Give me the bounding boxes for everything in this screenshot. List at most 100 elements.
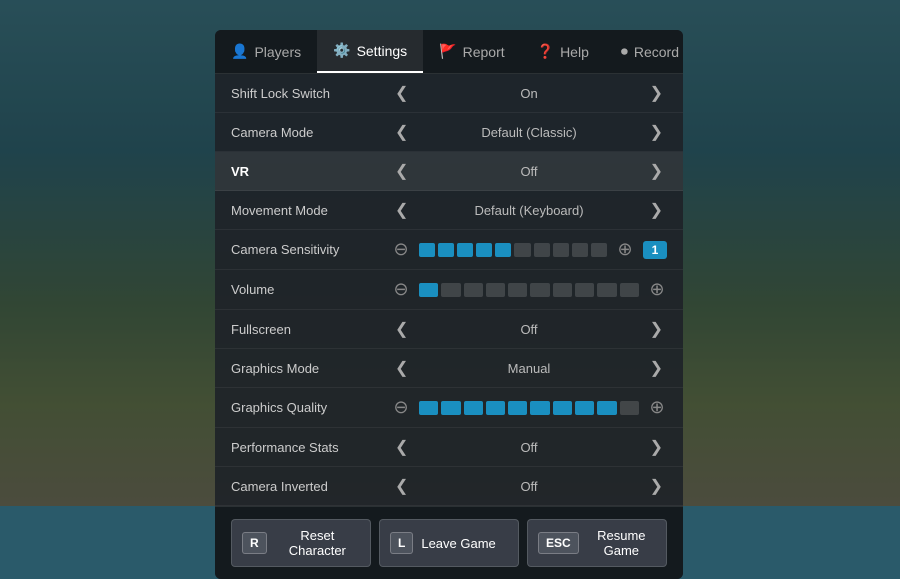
slider-minus-camera-sensitivity[interactable]: ⊖	[391, 239, 411, 260]
footer-btn-label-resume: Resume Game	[587, 528, 656, 558]
slider-segment-graphics-quality-0	[419, 401, 438, 415]
slider-track-volume[interactable]	[419, 283, 639, 297]
setting-value-performance-stats: Off	[420, 440, 637, 455]
setting-control-camera-sensitivity: ⊖ ⊕ 1	[391, 239, 667, 260]
slider-segment-camera-sensitivity-0	[419, 243, 435, 257]
settings-icon: ⚙️	[333, 42, 350, 59]
slider-segment-graphics-quality-3	[486, 401, 505, 415]
setting-label-vr: VR	[231, 164, 391, 179]
setting-control-camera-inverted: ❮ Off ❯	[391, 476, 667, 496]
setting-value-shift-lock: On	[420, 86, 637, 101]
tab-settings[interactable]: ⚙️ Settings	[317, 30, 423, 73]
setting-value-movement-mode: Default (Keyboard)	[420, 203, 637, 218]
arrow-right-vr[interactable]: ❯	[646, 161, 667, 181]
arrow-left-shift-lock[interactable]: ❮	[391, 83, 412, 103]
setting-value-camera-inverted: Off	[420, 479, 637, 494]
tab-label-settings: Settings	[357, 43, 408, 59]
tab-label-players: Players	[254, 44, 301, 60]
setting-label-camera-inverted: Camera Inverted	[231, 479, 391, 494]
slider-segment-volume-5	[530, 283, 549, 297]
slider-segment-camera-sensitivity-3	[476, 243, 492, 257]
arrow-right-shift-lock[interactable]: ❯	[646, 83, 667, 103]
slider-plus-camera-sensitivity[interactable]: ⊕	[615, 239, 635, 260]
setting-control-graphics-mode: ❮ Manual ❯	[391, 358, 667, 378]
arrow-right-fullscreen[interactable]: ❯	[646, 319, 667, 339]
slider-segment-volume-0	[419, 283, 438, 297]
slider-track-graphics-quality[interactable]	[419, 401, 639, 415]
setting-row-fullscreen: Fullscreen❮Off❯	[215, 310, 683, 349]
key-badge-reset: R	[242, 532, 267, 554]
footer-btn-leave[interactable]: L Leave Game	[379, 519, 519, 567]
slider-plus-volume[interactable]: ⊕	[647, 279, 667, 300]
setting-label-shift-lock: Shift Lock Switch	[231, 86, 391, 101]
tab-label-help: Help	[560, 44, 589, 60]
setting-label-graphics-mode: Graphics Mode	[231, 361, 391, 376]
slider-number-camera-sensitivity: 1	[643, 241, 667, 259]
slider-segment-volume-8	[597, 283, 616, 297]
slider-segment-graphics-quality-8	[597, 401, 616, 415]
arrow-left-vr[interactable]: ❮	[391, 161, 412, 181]
slider-segment-camera-sensitivity-8	[572, 243, 588, 257]
arrow-right-performance-stats[interactable]: ❯	[646, 437, 667, 457]
slider-segment-camera-sensitivity-7	[553, 243, 569, 257]
arrow-left-graphics-mode[interactable]: ❮	[391, 358, 412, 378]
setting-label-movement-mode: Movement Mode	[231, 203, 391, 218]
slider-segment-camera-sensitivity-5	[514, 243, 530, 257]
slider-segment-volume-4	[508, 283, 527, 297]
arrow-left-performance-stats[interactable]: ❮	[391, 437, 412, 457]
setting-label-graphics-quality: Graphics Quality	[231, 400, 391, 415]
slider-segment-graphics-quality-5	[530, 401, 549, 415]
setting-control-graphics-quality: ⊖⊕	[391, 397, 667, 418]
players-icon: 👤	[231, 43, 248, 60]
arrow-right-camera-inverted[interactable]: ❯	[646, 476, 667, 496]
setting-control-performance-stats: ❮ Off ❯	[391, 437, 667, 457]
footer-btn-label-reset: Reset Character	[275, 528, 360, 558]
tab-players[interactable]: 👤 Players	[215, 30, 317, 73]
footer-btn-label-leave: Leave Game	[421, 536, 495, 551]
slider-segment-graphics-quality-1	[441, 401, 460, 415]
setting-label-volume: Volume	[231, 282, 391, 297]
tab-label-report: Report	[463, 44, 505, 60]
tab-record[interactable]: ⏺ Record	[605, 30, 683, 73]
footer-btn-resume[interactable]: ESCResume Game	[527, 519, 667, 567]
slider-track-camera-sensitivity[interactable]	[419, 243, 607, 257]
slider-plus-graphics-quality[interactable]: ⊕	[647, 397, 667, 418]
slider-segment-volume-3	[486, 283, 505, 297]
setting-row-movement-mode: Movement Mode❮ Default (Keyboard) ❯	[215, 191, 683, 230]
slider-segment-camera-sensitivity-4	[495, 243, 511, 257]
slider-minus-volume[interactable]: ⊖	[391, 279, 411, 300]
arrow-left-camera-inverted[interactable]: ❮	[391, 476, 412, 496]
setting-control-shift-lock: ❮ On ❯	[391, 83, 667, 103]
setting-row-camera-mode: Camera Mode❮ Default (Classic) ❯	[215, 113, 683, 152]
setting-value-camera-mode: Default (Classic)	[420, 125, 637, 140]
slider-segment-camera-sensitivity-2	[457, 243, 473, 257]
slider-segment-volume-1	[441, 283, 460, 297]
setting-row-shift-lock: Shift Lock Switch❮ On ❯	[215, 74, 683, 113]
arrow-right-graphics-mode[interactable]: ❯	[646, 358, 667, 378]
slider-segment-volume-7	[575, 283, 594, 297]
tab-help[interactable]: ❓Help	[521, 30, 605, 73]
setting-label-fullscreen: Fullscreen	[231, 322, 391, 337]
arrow-right-camera-mode[interactable]: ❯	[646, 122, 667, 142]
setting-label-performance-stats: Performance Stats	[231, 440, 391, 455]
arrow-left-movement-mode[interactable]: ❮	[391, 200, 412, 220]
slider-minus-graphics-quality[interactable]: ⊖	[391, 397, 411, 418]
setting-value-graphics-mode: Manual	[420, 361, 637, 376]
key-badge-leave: L	[390, 532, 413, 554]
setting-row-camera-sensitivity: Camera Sensitivity⊖⊕1	[215, 230, 683, 270]
arrow-right-movement-mode[interactable]: ❯	[646, 200, 667, 220]
setting-control-camera-mode: ❮ Default (Classic) ❯	[391, 122, 667, 142]
record-icon: ⏺	[621, 43, 628, 60]
setting-label-camera-mode: Camera Mode	[231, 125, 391, 140]
setting-row-performance-stats: Performance Stats❮ Off ❯	[215, 428, 683, 467]
settings-body: Shift Lock Switch❮On❯Camera Mode❮Default…	[215, 74, 683, 506]
setting-row-volume: Volume⊖ ⊕	[215, 270, 683, 310]
footer-btn-reset[interactable]: R Reset Character	[231, 519, 371, 567]
footer-buttons: R Reset Character L Leave Game ESCResume Gam…	[215, 506, 683, 579]
tab-report[interactable]: 🚩 Report	[423, 30, 520, 73]
slider-segment-graphics-quality-4	[508, 401, 527, 415]
arrow-left-camera-mode[interactable]: ❮	[391, 122, 412, 142]
tab-label-record: Record	[634, 44, 679, 60]
arrow-left-fullscreen[interactable]: ❮	[391, 319, 412, 339]
report-icon: 🚩	[439, 43, 456, 60]
